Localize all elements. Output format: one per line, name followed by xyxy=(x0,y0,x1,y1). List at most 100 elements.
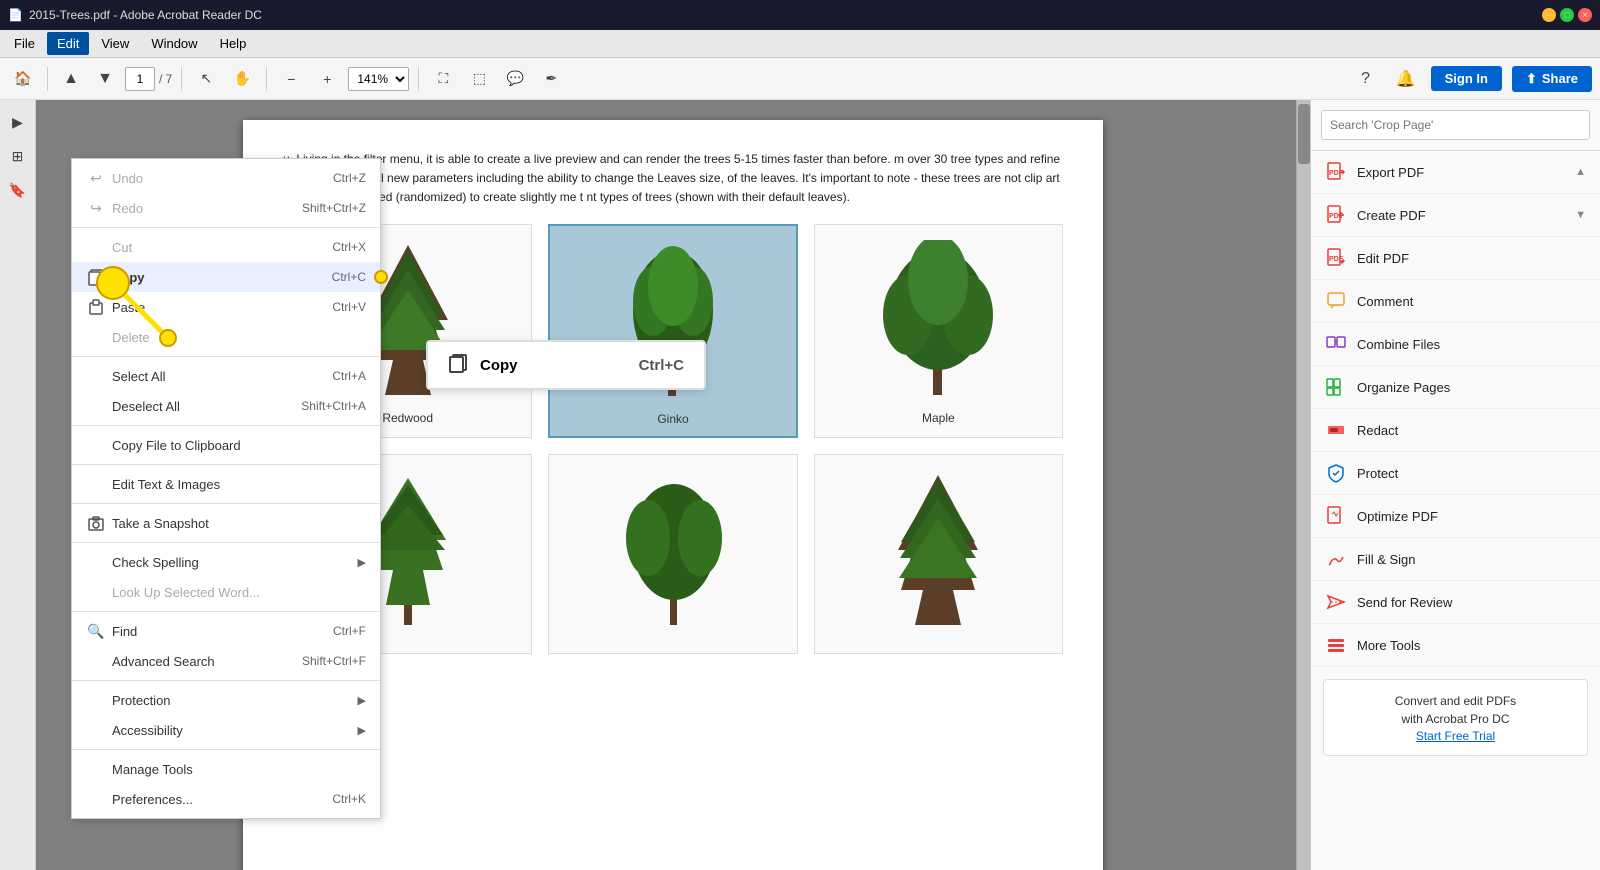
redo-icon: ↪ xyxy=(86,198,106,218)
organize-icon xyxy=(1325,376,1347,398)
menu-undo[interactable]: ↩ Undo Ctrl+Z xyxy=(72,163,380,193)
optimize-label: Optimize PDF xyxy=(1357,509,1438,524)
combine-icon xyxy=(1325,333,1347,355)
next-page-button[interactable]: ▼ xyxy=(91,65,119,93)
menu-cut[interactable]: Cut Ctrl+X xyxy=(72,232,380,262)
minimize-button[interactable]: ─ xyxy=(1542,8,1556,22)
zoom-out-button[interactable]: − xyxy=(276,64,306,94)
menu-help[interactable]: Help xyxy=(210,32,257,55)
right-tool-create-pdf[interactable]: PDF Create PDF ▼ xyxy=(1311,194,1600,237)
right-tool-fill-sign[interactable]: Fill & Sign xyxy=(1311,538,1600,581)
menu-edit-text[interactable]: Edit Text & Images xyxy=(72,469,380,499)
protect-label: Protect xyxy=(1357,466,1398,481)
menu-window[interactable]: Window xyxy=(141,32,207,55)
right-tool-protect[interactable]: Protect xyxy=(1311,452,1600,495)
deselect-all-icon xyxy=(86,396,106,416)
adv-search-icon xyxy=(86,651,106,671)
lookup-icon xyxy=(86,582,106,602)
menu-bar: File Edit View Window Help xyxy=(0,30,1600,58)
help-button[interactable]: ? xyxy=(1351,64,1381,94)
menu-accessibility[interactable]: Accessibility ▶ xyxy=(72,715,380,745)
right-tool-organize[interactable]: Organize Pages xyxy=(1311,366,1600,409)
search-input[interactable] xyxy=(1321,110,1590,140)
menu-adv-search[interactable]: Advanced Search Shift+Ctrl+F xyxy=(72,646,380,676)
menu-copy-file[interactable]: Copy File to Clipboard xyxy=(72,430,380,460)
toolbar-separator-1 xyxy=(47,67,48,91)
notification-button[interactable]: 🔔 xyxy=(1391,64,1421,94)
close-button[interactable]: ✕ xyxy=(1578,8,1592,22)
bookmark-button[interactable]: 🔖 xyxy=(4,176,32,204)
tree-label-redwood: Redwood xyxy=(382,411,433,425)
right-tool-redact[interactable]: Redact xyxy=(1311,409,1600,452)
more-tools-label: More Tools xyxy=(1357,638,1420,653)
toolbar-separator-3 xyxy=(266,67,267,91)
menu-manage-tools[interactable]: Manage Tools xyxy=(72,754,380,784)
right-tool-send-review[interactable]: Send for Review xyxy=(1311,581,1600,624)
tree-img-maple xyxy=(825,235,1052,405)
expand-panel-button[interactable]: ▶ xyxy=(4,108,32,136)
menu-spell[interactable]: Check Spelling ▶ xyxy=(72,547,380,577)
menu-view[interactable]: View xyxy=(91,32,139,55)
fit-page-button[interactable]: ⛶ xyxy=(428,64,458,94)
menu-preferences[interactable]: Preferences... Ctrl+K xyxy=(72,784,380,814)
tree-cell-ginko: Ginko xyxy=(548,224,797,438)
fill-sign-label: Fill & Sign xyxy=(1357,552,1416,567)
comment-button[interactable]: 💬 xyxy=(500,64,530,94)
page-number-input[interactable] xyxy=(125,67,155,91)
menu-edit[interactable]: Edit xyxy=(47,32,89,55)
scroll-indicator[interactable] xyxy=(1296,100,1310,870)
menu-snapshot[interactable]: Take a Snapshot xyxy=(72,508,380,538)
menu-find[interactable]: 🔍 Find Ctrl+F xyxy=(72,616,380,646)
edit-pdf-label: Edit PDF xyxy=(1357,251,1409,266)
right-tool-combine[interactable]: Combine Files xyxy=(1311,323,1600,366)
tree-label-maple: Maple xyxy=(922,411,955,425)
copy-tooltip-icon xyxy=(448,352,470,378)
right-tool-optimize[interactable]: Optimize PDF xyxy=(1311,495,1600,538)
sep8 xyxy=(72,680,380,681)
pointer-tool[interactable]: ↖ xyxy=(191,64,221,94)
maximize-button[interactable]: □ xyxy=(1560,8,1574,22)
page-separator: / 7 xyxy=(159,72,172,86)
page-indicator: / 7 xyxy=(125,67,172,91)
send-review-label: Send for Review xyxy=(1357,595,1452,610)
pen-button[interactable]: ✒ xyxy=(536,64,566,94)
edit-dropdown: ↩ Undo Ctrl+Z ↪ Redo Shift+Ctrl+Z Cut Ct… xyxy=(71,158,381,819)
main-layout: ▶ ⊞ 🔖 u. Living in the filter menu, it i… xyxy=(0,100,1600,870)
title-bar: 📄 2015-Trees.pdf - Adobe Acrobat Reader … xyxy=(0,0,1600,30)
menu-protection[interactable]: Protection ▶ xyxy=(72,685,380,715)
zoom-in-button[interactable]: + xyxy=(312,64,342,94)
menu-lookup[interactable]: Look Up Selected Word... xyxy=(72,577,380,607)
export-pdf-expand[interactable]: ▲ xyxy=(1575,166,1586,178)
home-button[interactable]: 🏠 xyxy=(8,64,38,94)
promo-box: Convert and edit PDFs with Acrobat Pro D… xyxy=(1323,679,1588,756)
protection-arrow: ▶ xyxy=(358,694,366,707)
zoom-select[interactable]: 141% 100% 125% 150% xyxy=(348,67,409,91)
hand-tool[interactable]: ✋ xyxy=(227,64,257,94)
fill-sign-icon xyxy=(1325,548,1347,570)
comment-tool-icon xyxy=(1325,290,1347,312)
sign-in-button[interactable]: Sign In xyxy=(1431,66,1502,91)
edit-pdf-icon: PDF xyxy=(1325,247,1347,269)
sep7 xyxy=(72,611,380,612)
export-pdf-label: Export PDF xyxy=(1357,165,1424,180)
promo-link[interactable]: Start Free Trial xyxy=(1416,729,1495,743)
rotate-button[interactable]: ⬚ xyxy=(464,64,494,94)
right-tool-export-pdf[interactable]: PDF Export PDF ▲ xyxy=(1311,151,1600,194)
right-tool-more[interactable]: More Tools xyxy=(1311,624,1600,667)
window-title: 2015-Trees.pdf - Adobe Acrobat Reader DC xyxy=(29,8,262,22)
right-tool-edit-pdf[interactable]: PDF Edit PDF xyxy=(1311,237,1600,280)
cut-icon xyxy=(86,237,106,257)
create-pdf-expand[interactable]: ▼ xyxy=(1575,209,1586,221)
right-sidebar: PDF Export PDF ▲ PDF Create PDF ▼ xyxy=(1310,100,1600,870)
toolbar-separator-4 xyxy=(418,67,419,91)
thumbnail-button[interactable]: ⊞ xyxy=(4,142,32,170)
right-tool-comment[interactable]: Comment xyxy=(1311,280,1600,323)
accessibility-arrow: ▶ xyxy=(358,724,366,737)
prev-page-button[interactable]: ▲ xyxy=(57,65,85,93)
menu-redo[interactable]: ↪ Redo Shift+Ctrl+Z xyxy=(72,193,380,223)
manage-tools-icon xyxy=(86,759,106,779)
content-area[interactable]: u. Living in the filter menu, it is able… xyxy=(36,100,1310,870)
menu-deselect-all[interactable]: Deselect All Shift+Ctrl+A xyxy=(72,391,380,421)
menu-file[interactable]: File xyxy=(4,32,45,55)
share-button[interactable]: ⬆ Share xyxy=(1512,66,1592,92)
